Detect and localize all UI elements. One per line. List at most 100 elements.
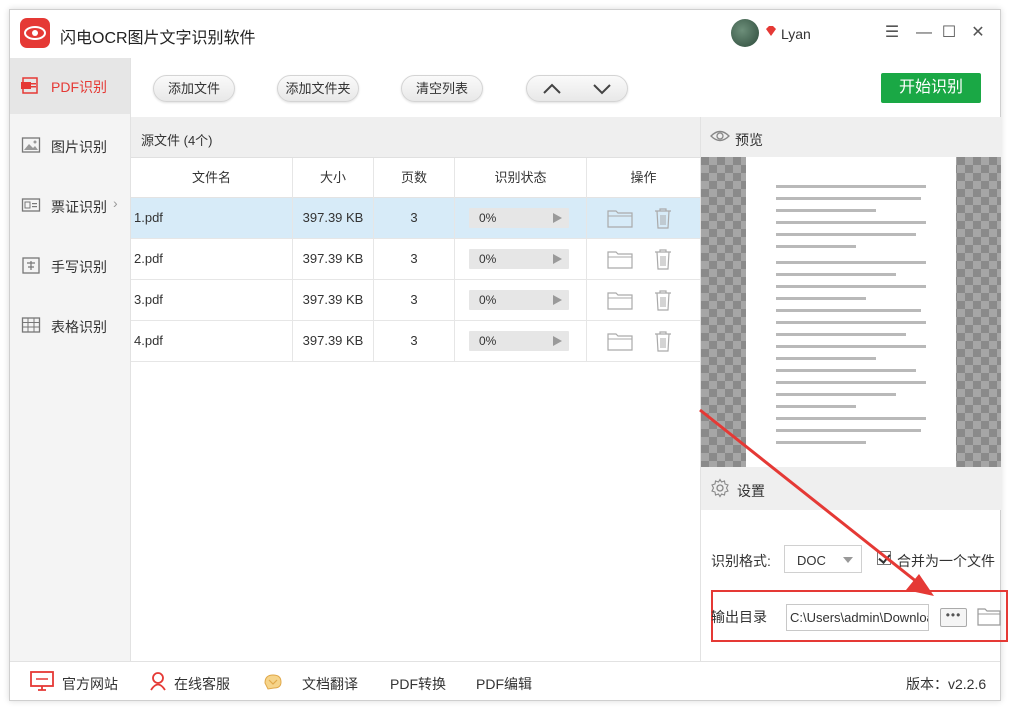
app-logo-icon <box>20 18 50 48</box>
table-row[interactable]: 3.pdf 397.39 KB 3 0% <box>131 280 700 321</box>
website-link[interactable]: 官方网站 <box>30 662 130 701</box>
version-text: 版本：v2.2.6 <box>906 676 987 692</box>
merge-checkbox[interactable] <box>877 551 891 565</box>
add-file-button[interactable]: 添加文件 <box>153 75 235 102</box>
toolbar: 添加文件 添加文件夹 清空列表 开始识别 <box>131 58 1000 117</box>
format-select[interactable]: DOC <box>784 545 862 573</box>
sidebar-item-image[interactable]: 图片识别 <box>10 118 130 174</box>
app-window: 闪电OCR图片文字识别软件 Lyan ☰ — ☐ ✕ PDF识别 图片识别 票证… <box>9 9 1008 701</box>
table-row[interactable]: 1.pdf 397.39 KB 3 0% <box>131 198 700 239</box>
pdf-convert-link[interactable]: PDF转换 <box>390 662 460 701</box>
close-icon[interactable]: ✕ <box>967 22 989 44</box>
play-icon[interactable] <box>553 295 562 305</box>
format-value: DOC <box>797 553 826 568</box>
column-header-status: 识别状态 <box>455 158 587 198</box>
website-label: 官方网站 <box>62 676 118 692</box>
file-size: 397.39 KB <box>293 321 374 361</box>
delete-icon[interactable] <box>654 289 672 311</box>
pdf-edit-link[interactable]: PDF编辑 <box>476 662 546 701</box>
monitor-icon <box>30 671 54 691</box>
actions-cell <box>587 198 700 238</box>
actions-cell <box>587 321 700 361</box>
image-icon <box>21 137 41 153</box>
eye-icon <box>710 130 730 142</box>
preview-title: 预览 <box>735 132 763 148</box>
chevron-right-icon: › <box>113 195 118 211</box>
browse-button[interactable]: ••• <box>940 608 967 627</box>
add-folder-button[interactable]: 添加文件夹 <box>277 75 359 102</box>
support-link[interactable]: 在线客服 <box>148 662 248 701</box>
move-down-icon[interactable] <box>587 79 617 99</box>
avatar[interactable] <box>731 19 759 47</box>
file-pages: 3 <box>374 321 455 361</box>
progress-text: 0% <box>479 252 497 266</box>
column-header-name: 文件名 <box>131 158 293 198</box>
file-pages: 3 <box>374 198 455 238</box>
merge-label[interactable]: 合并为一个文件 <box>897 551 995 571</box>
progress-bar: 0% <box>469 249 569 269</box>
source-files-header: 源文件 (4个) <box>131 117 700 158</box>
preview-header: 预览 <box>701 117 1001 157</box>
file-pages: 3 <box>374 280 455 320</box>
play-icon[interactable] <box>553 336 562 346</box>
column-header-actions: 操作 <box>630 170 657 185</box>
move-up-icon[interactable] <box>537 79 567 99</box>
document-preview-page <box>746 157 956 467</box>
start-recognition-button[interactable]: 开始识别 <box>881 73 981 103</box>
file-pages: 3 <box>374 239 455 279</box>
delete-icon[interactable] <box>654 207 672 229</box>
delete-icon[interactable] <box>654 330 672 352</box>
sidebar-item-table[interactable]: 表格识别 <box>10 298 130 354</box>
open-folder-icon[interactable] <box>607 331 633 351</box>
reorder-buttons <box>526 75 628 102</box>
play-icon[interactable] <box>553 254 562 264</box>
format-label: 识别格式: <box>711 553 771 569</box>
translate-label: 文档翻译 <box>302 676 358 692</box>
menu-icon[interactable]: ☰ <box>881 22 903 44</box>
table-row[interactable]: 2.pdf 397.39 KB 3 0% <box>131 239 700 280</box>
preview-area <box>701 157 1001 467</box>
status-cell: 0% <box>455 321 587 361</box>
translate-link[interactable]: 文档翻译 <box>262 662 362 701</box>
sidebar-item-pdf[interactable]: PDF识别 <box>10 58 130 114</box>
open-folder-icon[interactable] <box>607 290 633 310</box>
table-row[interactable]: 4.pdf 397.39 KB 3 0% <box>131 321 700 362</box>
sidebar-item-handwriting[interactable]: 手写识别 <box>10 238 130 294</box>
handwriting-icon <box>22 257 40 274</box>
file-size: 397.39 KB <box>293 239 374 279</box>
user-name[interactable]: Lyan <box>781 26 811 42</box>
progress-bar: 0% <box>469 208 569 228</box>
sidebar-item-label: PDF识别 <box>51 79 107 95</box>
output-dir-input[interactable]: C:\Users\admin\Downloads <box>786 604 929 631</box>
column-header-size: 大小 <box>293 158 374 198</box>
clear-list-button[interactable]: 清空列表 <box>401 75 483 102</box>
settings-title: 设置 <box>737 483 765 499</box>
sidebar-item-label: 图片识别 <box>51 139 107 155</box>
open-output-folder-icon[interactable] <box>977 606 1001 626</box>
status-cell: 0% <box>455 198 587 238</box>
file-list-panel: 源文件 (4个) 文件名 大小 页数 识别状态 操作 1.pdf 397.39 … <box>131 117 700 661</box>
support-label: 在线客服 <box>174 676 230 692</box>
file-name: 3.pdf <box>131 280 293 320</box>
maximize-icon[interactable]: ☐ <box>938 22 960 44</box>
pdf-icon <box>21 77 38 94</box>
column-header-pages: 页数 <box>374 158 455 198</box>
actions-cell <box>587 239 700 279</box>
open-folder-icon[interactable] <box>607 208 633 228</box>
gear-icon <box>711 478 729 498</box>
minimize-icon[interactable]: — <box>913 22 935 44</box>
progress-text: 0% <box>479 293 497 307</box>
app-title: 闪电OCR图片文字识别软件 <box>60 30 256 47</box>
pdf-edit-label: PDF编辑 <box>476 676 532 692</box>
delete-icon[interactable] <box>654 248 672 270</box>
chevron-down-icon <box>843 557 853 563</box>
right-panel: 预览 设置 识别格式: DOC 合并为一个文件 输出目录 C:\Users\ad… <box>700 117 1008 661</box>
settings-header: 设置 <box>701 467 1001 510</box>
progress-bar: 0% <box>469 331 569 351</box>
sidebar-item-ticket[interactable]: 票证识别 › <box>10 178 130 234</box>
play-icon[interactable] <box>553 213 562 223</box>
footer: 官方网站 在线客服 文档翻译 PDF转换 PDF编辑 版本：v2.2.6 <box>10 661 1000 700</box>
file-name: 2.pdf <box>131 239 293 279</box>
open-folder-icon[interactable] <box>607 249 633 269</box>
sidebar-item-label: 表格识别 <box>51 319 107 335</box>
